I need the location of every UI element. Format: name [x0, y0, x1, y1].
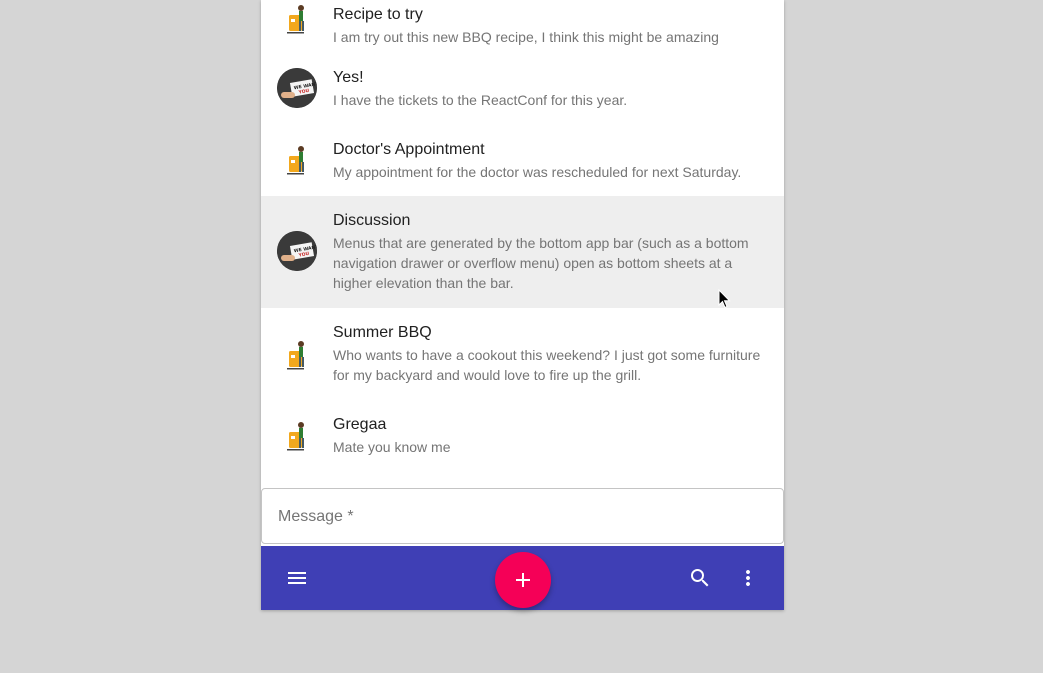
avatar — [277, 140, 317, 180]
message-preview: I have the tickets to the ReactConf for … — [333, 92, 628, 108]
avatar — [277, 416, 317, 456]
message-title: Doctor's Appointment — [333, 141, 485, 158]
delivery-person-icon — [277, 0, 317, 39]
add-button[interactable] — [495, 552, 551, 608]
message-title: Yes! — [333, 69, 364, 86]
list-item[interactable]: WE WANT YOU Discussion Menus that are ge… — [261, 196, 784, 308]
avatar: WE WANT YOU — [277, 68, 317, 108]
message-input[interactable] — [276, 489, 769, 545]
message-preview: Menus that are generated by the bottom a… — [333, 235, 749, 291]
message-preview: Who wants to have a cookout this weekend… — [333, 347, 761, 383]
more-vert-icon — [746, 570, 750, 586]
message-title: Discussion — [333, 212, 411, 229]
menu-button[interactable] — [277, 558, 317, 598]
list-item[interactable]: Summer BBQ Who wants to have a cookout t… — [261, 308, 784, 400]
list-item[interactable]: WE WANT YOU Yes! I have the tickets to t… — [261, 58, 784, 130]
list-item[interactable]: Gregaa Mate you know me — [261, 400, 784, 472]
bottom-app-bar — [261, 546, 784, 610]
message-title: Summer BBQ — [333, 324, 432, 341]
add-icon — [516, 573, 530, 587]
avatar — [277, 0, 317, 39]
message-field[interactable] — [261, 488, 784, 545]
avatar: WE WANT YOU — [277, 231, 317, 271]
more-button[interactable] — [728, 558, 768, 598]
message-preview: I am try out this new BBQ recipe, I thin… — [333, 29, 719, 45]
chat-panel: Recipe to try I am try out this new BBQ … — [261, 0, 784, 610]
message-title: Recipe to try — [333, 6, 423, 23]
menu-icon — [288, 572, 306, 584]
avatar — [277, 335, 317, 375]
message-list: Recipe to try I am try out this new BBQ … — [261, 0, 784, 486]
list-item[interactable]: Doctor's Appointment My appointment for … — [261, 130, 784, 196]
search-icon — [691, 569, 709, 587]
message-title: Gregaa — [333, 416, 387, 433]
we-want-you-icon: WE WANT YOU — [277, 231, 317, 271]
mouse-cursor-icon — [718, 288, 732, 314]
delivery-person-icon — [277, 140, 317, 180]
we-want-you-icon: WE WANT YOU — [277, 68, 317, 108]
delivery-person-icon — [277, 335, 317, 375]
delivery-person-icon — [277, 416, 317, 456]
message-preview: My appointment for the doctor was resche… — [333, 164, 742, 180]
list-item[interactable]: Recipe to try I am try out this new BBQ … — [261, 0, 784, 58]
message-preview: Mate you know me — [333, 439, 451, 455]
search-button[interactable] — [680, 558, 720, 598]
